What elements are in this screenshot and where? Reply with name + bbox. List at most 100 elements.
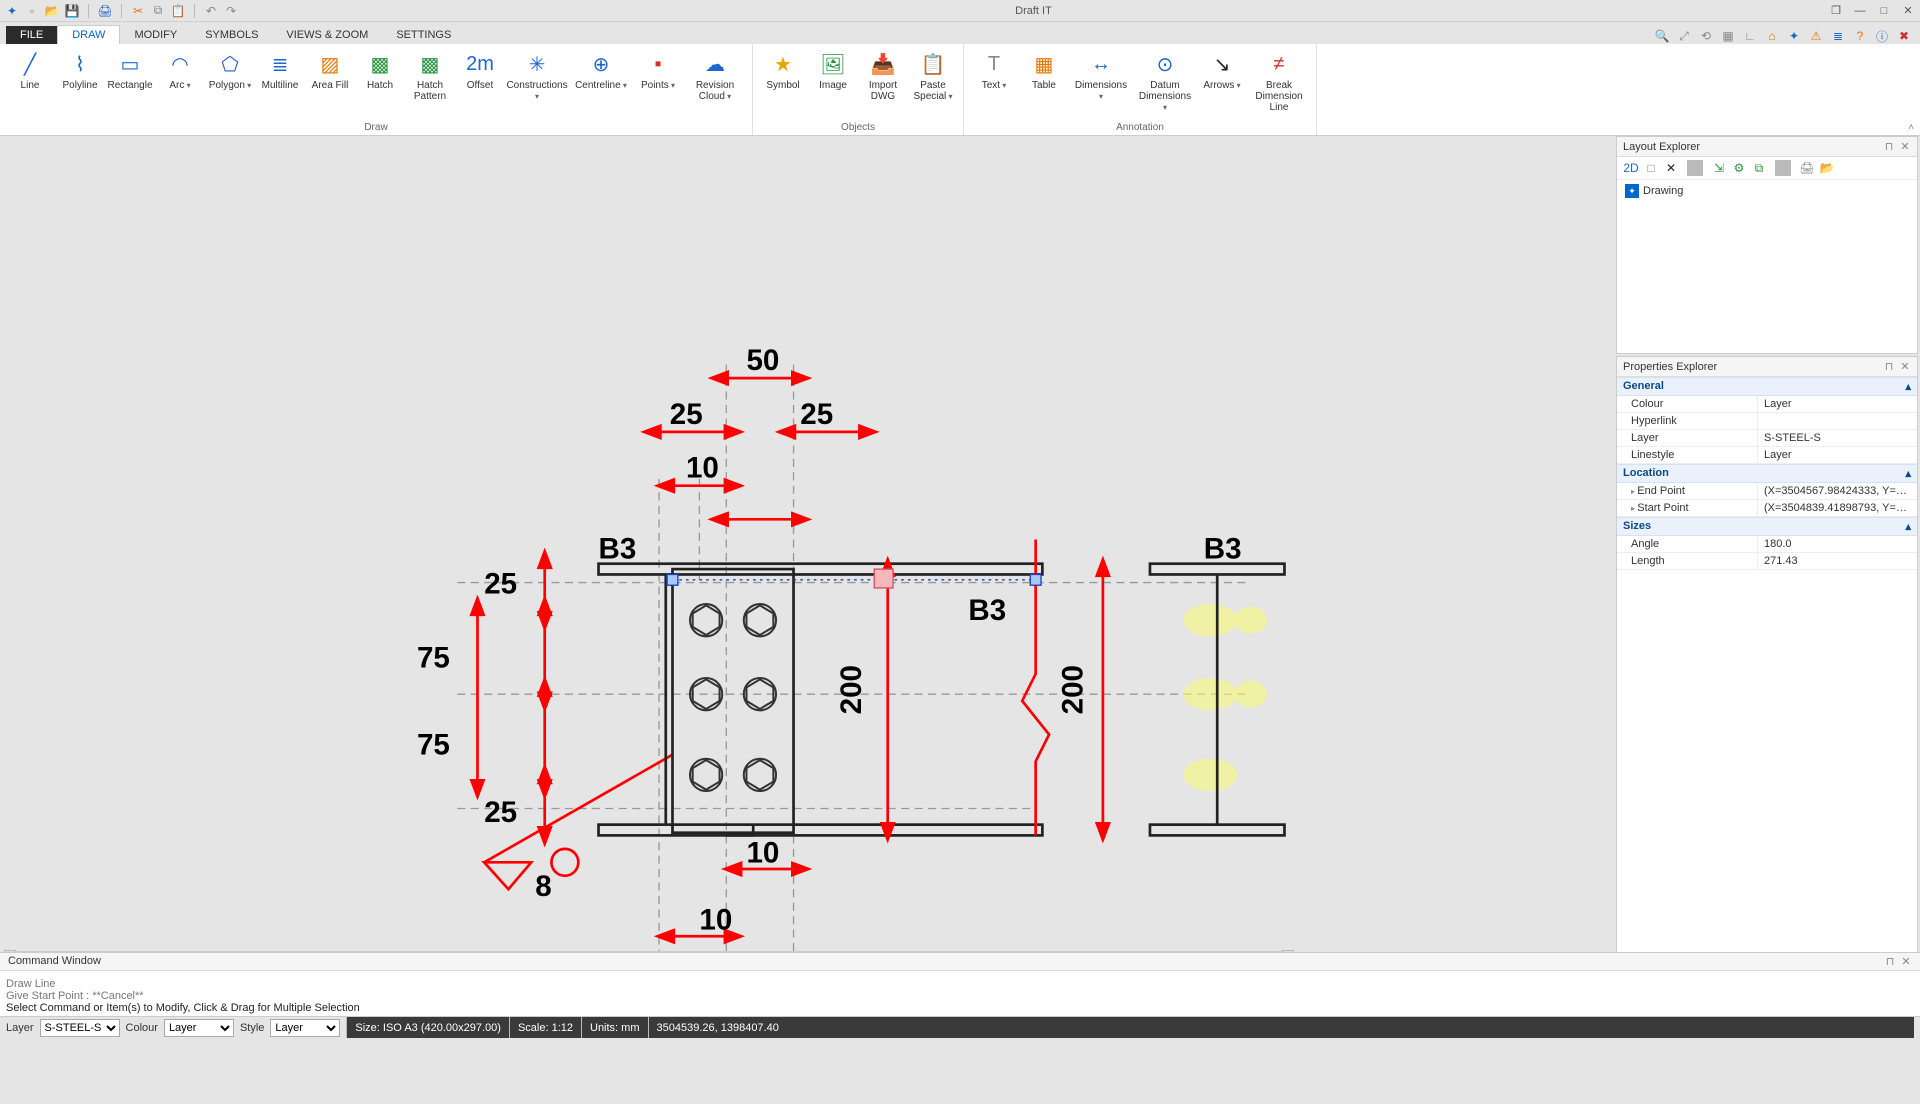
tab-modify[interactable]: MODIFY: [120, 26, 191, 44]
open-icon[interactable]: 📂: [44, 3, 60, 19]
close-icon[interactable]: ✕: [1900, 955, 1912, 968]
tab-draw[interactable]: DRAW: [57, 25, 120, 44]
zoom-prev-icon[interactable]: ⟲: [1698, 28, 1714, 44]
polygon-tool[interactable]: ⬠Polygon: [206, 48, 254, 120]
grip-mid-icon[interactable]: [874, 569, 893, 588]
new-icon[interactable]: ▫: [24, 3, 40, 19]
print-icon[interactable]: 🖨: [97, 3, 113, 19]
warning-icon[interactable]: ⚠: [1808, 28, 1824, 44]
canvas-area[interactable]: 50 25 25 10 25 75 75 25 8: [0, 136, 1614, 996]
ribbon-collapse-icon[interactable]: ˄: [1908, 122, 1914, 133]
prop-row[interactable]: ColourLayer: [1617, 396, 1917, 413]
ribbon-group-label: Annotation: [1116, 120, 1164, 133]
properties-explorer-panel: Properties Explorer ⊓✕ General▴ColourLay…: [1616, 356, 1918, 996]
prop-row[interactable]: Start Point(X=3504839.41898793, Y=139822…: [1617, 500, 1917, 517]
colour-select[interactable]: Layer: [164, 1019, 234, 1037]
multiline-tool[interactable]: ≣Multiline: [256, 48, 304, 120]
ortho-icon[interactable]: ∟: [1742, 28, 1758, 44]
layout-delete-icon[interactable]: ✕: [1663, 160, 1679, 176]
paste-icon[interactable]: 📋: [170, 3, 186, 19]
bolt-icon: [690, 604, 776, 791]
line-tool[interactable]: ╱Line: [6, 48, 54, 120]
dimensions-tool[interactable]: ↔Dimensions: [1070, 48, 1132, 120]
layout-duplicate-icon[interactable]: ⧉: [1751, 160, 1767, 176]
pin-icon[interactable]: ⊓: [1883, 360, 1895, 373]
tab-settings[interactable]: SETTINGS: [382, 26, 465, 44]
layout-2d-icon[interactable]: 2D: [1623, 160, 1639, 176]
close-icon[interactable]: ✕: [1899, 360, 1911, 373]
revision-cloud-tool[interactable]: ☁RevisionCloud: [684, 48, 746, 120]
dim-75-lower: 75: [417, 729, 450, 762]
offset-tool[interactable]: 2mOffset: [456, 48, 504, 120]
paste-special-tool[interactable]: 📋PasteSpecial: [909, 48, 957, 120]
redo-icon[interactable]: ↷: [223, 3, 239, 19]
minimize-icon[interactable]: —: [1852, 3, 1868, 19]
info-icon[interactable]: ✦: [1786, 28, 1802, 44]
undo-icon[interactable]: ↶: [203, 3, 219, 19]
prop-row[interactable]: Hyperlink: [1617, 413, 1917, 430]
prop-section-sizes[interactable]: Sizes▴: [1617, 517, 1917, 536]
dim-10-bot: 10: [699, 904, 732, 937]
grip-start-icon[interactable]: [667, 574, 678, 585]
hatch-tool[interactable]: ▩Hatch: [356, 48, 404, 120]
datum-dimensions-tool[interactable]: ⊙DatumDimensions: [1134, 48, 1196, 120]
panel-title: Layout Explorer: [1623, 141, 1883, 153]
polyline-tool[interactable]: ⌇Polyline: [56, 48, 104, 120]
help-icon[interactable]: ?: [1852, 28, 1868, 44]
close-icon[interactable]: ✕: [1899, 140, 1911, 153]
prop-row[interactable]: Length271.43: [1617, 553, 1917, 570]
prop-section-general[interactable]: General▴: [1617, 377, 1917, 396]
dim-25-bot-left: 25: [484, 796, 517, 829]
about-icon[interactable]: ⓘ: [1874, 28, 1890, 44]
pin-icon[interactable]: ⊓: [1884, 955, 1896, 968]
cut-icon[interactable]: ✂: [130, 3, 146, 19]
arc-tool[interactable]: ◠Arc: [156, 48, 204, 120]
rectangle-tool[interactable]: ▭Rectangle: [106, 48, 154, 120]
prop-row[interactable]: End Point(X=3504567.98424333, Y=1398220.…: [1617, 483, 1917, 500]
command-lines[interactable]: Draw LineGive Start Point : **Cancel**Se…: [0, 971, 1920, 1016]
layers-icon[interactable]: ≣: [1830, 28, 1846, 44]
layer-select[interactable]: S-STEEL-S: [40, 1019, 120, 1037]
constructions-tool[interactable]: ✳Constructions: [506, 48, 568, 120]
zoom-extents-icon[interactable]: ⤢: [1676, 28, 1692, 44]
tree-item-drawing[interactable]: ✦ Drawing: [1617, 180, 1917, 202]
copy-icon[interactable]: ⧉: [150, 3, 166, 19]
close-icon[interactable]: ✕: [1900, 3, 1916, 19]
prop-row[interactable]: Angle180.0: [1617, 536, 1917, 553]
prop-row[interactable]: LayerS-STEEL-S: [1617, 430, 1917, 447]
maximize-icon[interactable]: □: [1876, 3, 1892, 19]
home-icon[interactable]: ⌂: [1764, 28, 1780, 44]
layout-add-icon[interactable]: □: [1643, 160, 1659, 176]
import-dwg-tool[interactable]: 📥ImportDWG: [859, 48, 907, 120]
hatch-pattern-tool[interactable]: ▩HatchPattern: [406, 48, 454, 120]
layout-explorer-toolbar: 2D□✕ ⇲⚙⧉ 🖨📂: [1617, 157, 1917, 180]
tab-symbols[interactable]: SYMBOLS: [191, 26, 272, 44]
text-tool[interactable]: TText: [970, 48, 1018, 120]
zoom-window-icon[interactable]: 🔍: [1654, 28, 1670, 44]
points-tool[interactable]: ▪Points: [634, 48, 682, 120]
tab-views-zoom[interactable]: VIEWS & ZOOM: [272, 26, 382, 44]
app-logo-icon[interactable]: ✦: [4, 3, 20, 19]
layout-print-icon[interactable]: 🖨: [1799, 160, 1815, 176]
table-tool[interactable]: ▦Table: [1020, 48, 1068, 120]
prop-section-location[interactable]: Location▴: [1617, 464, 1917, 483]
save-icon[interactable]: 💾: [64, 3, 80, 19]
break-dim-line-tool[interactable]: ≠BreakDimension Line: [1248, 48, 1310, 120]
centreline-tool[interactable]: ⊕Centreline: [570, 48, 632, 120]
pin-icon[interactable]: ⊓: [1883, 140, 1895, 153]
tab-file[interactable]: FILE: [6, 26, 57, 44]
layout-settings-icon[interactable]: ⚙: [1731, 160, 1747, 176]
prop-row[interactable]: LinestyleLayer: [1617, 447, 1917, 464]
grip-end-icon[interactable]: [1030, 574, 1041, 585]
area-fill-tool[interactable]: ▨Area Fill: [306, 48, 354, 120]
grid-icon[interactable]: ▦: [1720, 28, 1736, 44]
arrows-tool[interactable]: ↘Arrows: [1198, 48, 1246, 120]
style-select[interactable]: Layer: [270, 1019, 340, 1037]
image-tool[interactable]: 🖼Image: [809, 48, 857, 120]
close-app-icon[interactable]: ✖: [1896, 28, 1912, 44]
layout-open-folder-icon[interactable]: 📂: [1819, 160, 1835, 176]
symbol-tool[interactable]: ★Symbol: [759, 48, 807, 120]
restore-down-icon[interactable]: ❐: [1828, 3, 1844, 19]
layout-export-icon[interactable]: ⇲: [1711, 160, 1727, 176]
dim-10-top: 10: [686, 452, 719, 485]
